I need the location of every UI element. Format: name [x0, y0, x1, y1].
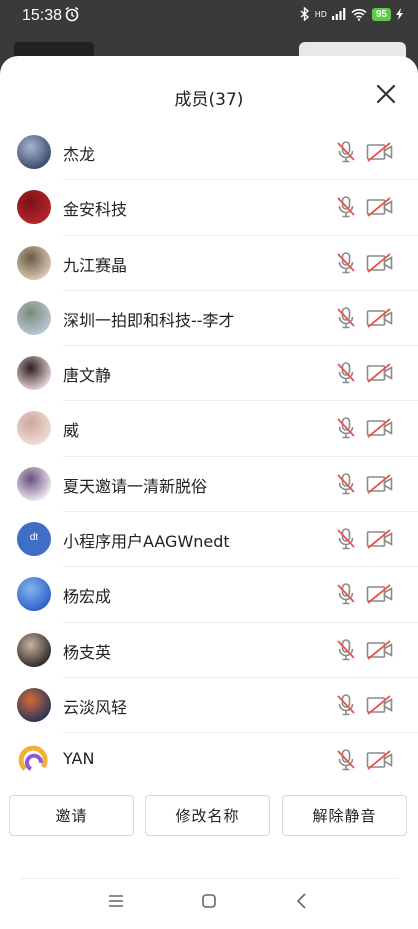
member-name: 小程序用户AAGWnedt	[63, 532, 230, 552]
action-bar: 邀请 修改名称 解除静音	[0, 795, 418, 839]
member-row[interactable]: 杨宏成	[0, 567, 418, 623]
avatar	[17, 687, 51, 722]
invite-button[interactable]: 邀请	[9, 795, 134, 836]
mic-muted-icon[interactable]	[335, 472, 357, 496]
member-row[interactable]: 威	[0, 401, 418, 457]
mic-muted-icon[interactable]	[335, 361, 357, 385]
status-bar: 15:38 HD 95	[0, 0, 418, 34]
network-type: HD	[314, 9, 327, 19]
camera-off-icon[interactable]	[366, 529, 394, 549]
avatar	[17, 300, 51, 335]
member-name: 云淡风轻	[63, 697, 128, 717]
member-row[interactable]: 金安科技	[0, 180, 418, 236]
avatar	[17, 743, 51, 778]
member-row[interactable]: YAN	[0, 733, 418, 788]
menu-icon[interactable]	[106, 891, 126, 911]
avatar	[17, 466, 51, 501]
signal-icon	[331, 8, 346, 20]
mic-muted-icon[interactable]	[335, 748, 357, 772]
divider	[20, 878, 398, 879]
member-name: 夏天邀请一清新脱俗	[63, 476, 208, 496]
member-name: 杰龙	[63, 145, 96, 164]
alarm-icon	[64, 6, 80, 26]
back-icon[interactable]	[292, 891, 312, 911]
panel-header: 成员(37)	[0, 56, 418, 136]
camera-off-icon[interactable]	[366, 308, 394, 328]
system-nav-bar	[0, 888, 418, 918]
mic-muted-icon[interactable]	[335, 251, 357, 275]
camera-off-icon[interactable]	[366, 474, 394, 494]
camera-off-icon[interactable]	[366, 363, 394, 383]
member-row[interactable]: 九江赛晶	[0, 236, 418, 291]
mic-muted-icon[interactable]	[335, 140, 357, 164]
member-name: 深圳一拍即和科技--李才	[63, 310, 235, 330]
members-panel: 成员(37) 杰龙金安科技九江赛晶深圳一拍即和科技--李才 唐文静威夏天邀请一清新…	[0, 56, 418, 929]
mic-muted-icon[interactable]	[335, 306, 357, 330]
member-name: 九江赛晶	[63, 255, 128, 275]
member-row[interactable]: 深圳一拍即和科技--李才	[0, 291, 418, 347]
camera-off-icon[interactable]	[366, 418, 394, 439]
member-row[interactable]: 杨支英	[0, 623, 418, 678]
avatar-initials: dt	[29, 532, 39, 544]
avatar	[17, 356, 51, 391]
mic-muted-icon[interactable]	[335, 582, 357, 606]
avatar	[17, 245, 51, 280]
avatar	[17, 411, 51, 446]
avatar	[17, 577, 51, 612]
status-time: 15:38	[22, 7, 63, 24]
member-row[interactable]: 云淡风轻	[0, 678, 418, 734]
battery-level: 95	[371, 7, 391, 21]
camera-off-icon[interactable]	[366, 252, 394, 273]
avatar	[17, 135, 51, 169]
member-row[interactable]: 杰龙	[0, 125, 418, 181]
mic-muted-icon[interactable]	[335, 416, 357, 440]
member-row[interactable]: 唐文静	[0, 346, 418, 402]
wifi-icon	[351, 8, 367, 21]
member-name: 杨宏成	[63, 587, 112, 607]
camera-off-icon[interactable]	[366, 639, 394, 660]
member-name: YAN	[63, 749, 95, 769]
member-name: 杨支英	[63, 642, 112, 662]
member-row[interactable]: dt 小程序用户AAGWnedt	[0, 512, 418, 568]
mic-muted-icon[interactable]	[335, 195, 357, 219]
member-name: 金安科技	[63, 200, 128, 220]
camera-off-icon[interactable]	[366, 197, 394, 217]
bluetooth-icon	[300, 7, 309, 21]
avatar: dt	[17, 522, 51, 557]
member-name: 唐文静	[63, 366, 112, 386]
mic-muted-icon[interactable]	[335, 638, 357, 662]
panel-title: 成员(37)	[174, 90, 244, 110]
camera-off-icon[interactable]	[366, 750, 394, 770]
member-row[interactable]: 夏天邀请一清新脱俗	[0, 457, 418, 513]
camera-off-icon[interactable]	[366, 584, 394, 605]
member-name: 威	[63, 421, 80, 441]
mic-muted-icon[interactable]	[335, 527, 357, 551]
rename-button[interactable]: 修改名称	[145, 795, 270, 836]
unmute-button[interactable]: 解除静音	[282, 795, 407, 836]
camera-off-icon[interactable]	[366, 142, 394, 162]
avatar	[17, 632, 51, 667]
home-icon[interactable]	[199, 891, 219, 911]
avatar	[17, 190, 51, 225]
camera-off-icon[interactable]	[366, 695, 394, 715]
member-list: 杰龙金安科技九江赛晶深圳一拍即和科技--李才 唐文静威夏天邀请一清新脱俗 dt 小程序…	[0, 125, 418, 789]
charging-icon	[396, 8, 403, 20]
close-icon[interactable]	[376, 84, 396, 104]
mic-muted-icon[interactable]	[335, 693, 357, 717]
status-icons: HD 95	[300, 7, 404, 21]
